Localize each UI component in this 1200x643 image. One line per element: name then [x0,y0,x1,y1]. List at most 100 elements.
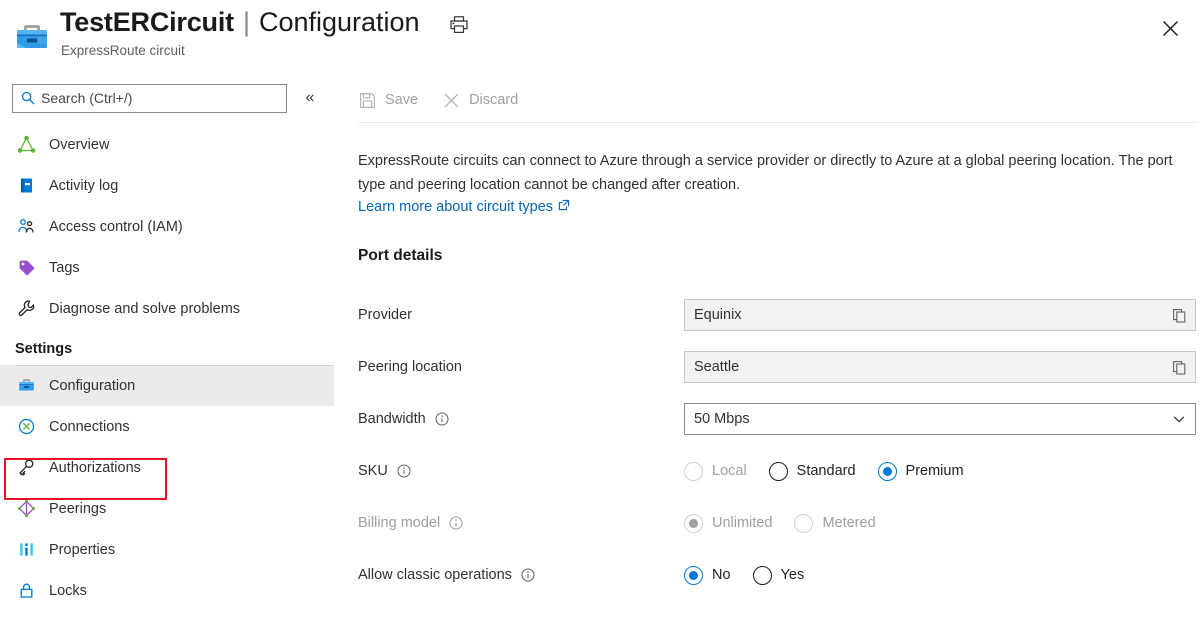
discard-label: Discard [469,92,518,108]
form-row-allow-classic-operations: Allow classic operations No [358,549,1200,601]
main-content: Save Discard ExpressRoute circuits can c… [358,78,1200,601]
radio-indicator[interactable] [878,462,897,481]
page-header: TestERCircuit | Configuration ExpressRou… [0,0,1200,72]
resource-name: TestERCircuit [60,2,234,42]
sidebar-section-settings: Settings [0,329,334,365]
sku-control: Local Standard Premium [684,462,1200,481]
search-input[interactable] [13,85,286,112]
radio-label: No [712,567,731,583]
sidebar-item-properties[interactable]: Properties [0,529,334,570]
allow-classic-operations-label: Allow classic operations [358,567,684,583]
provider-label: Provider [358,307,684,323]
page-name: Configuration [259,2,420,42]
sidebar-item-label: Properties [49,542,115,558]
overview-triangle-icon [15,134,37,156]
command-bar: Save Discard [358,78,1200,122]
sidebar-item-label: Peerings [49,501,106,517]
print-icon[interactable] [446,12,472,38]
sidebar-item-activity-log[interactable]: Activity log [0,165,334,206]
save-button[interactable]: Save [358,91,418,109]
form-row-provider: Provider [358,289,1200,341]
sidebar-item-label: Diagnose and solve problems [49,301,240,317]
description-text: ExpressRoute circuits can connect to Azu… [358,149,1176,197]
toolbox-icon [12,16,52,56]
radio-label: Premium [906,463,964,479]
title-separator: | [243,2,250,42]
peering-location-input[interactable] [685,359,1195,375]
billing-model-radio-group: Unlimited Metered [684,514,1200,533]
info-icon[interactable] [521,568,535,582]
learn-more-link[interactable]: Learn more about circuit types [358,199,570,215]
sidebar-nav-list: Overview Activity log Acc [0,124,334,611]
radio-label: Yes [781,567,805,583]
allow-classic-operations-label-text: Allow classic operations [358,567,512,583]
sku-option-premium[interactable]: Premium [878,462,964,481]
info-icon[interactable] [435,412,449,426]
sidebar-item-peerings[interactable]: Peerings [0,488,334,529]
access-control-icon [15,216,37,238]
radio-label: Standard [797,463,856,479]
allow-classic-operations-option-yes[interactable]: Yes [753,566,805,585]
sidebar-item-connections[interactable]: Connections [0,406,334,447]
sidebar-item-tags[interactable]: Tags [0,247,334,288]
lock-icon [15,580,37,602]
close-icon[interactable] [1154,12,1186,44]
radio-indicator [794,514,813,533]
peering-location-label: Peering location [358,359,684,375]
activity-log-icon [15,175,37,197]
sidebar-item-configuration[interactable]: Configuration [0,365,334,406]
key-icon [15,457,37,479]
copy-icon[interactable] [1170,306,1188,324]
collapse-sidebar-button[interactable]: « [299,86,321,110]
command-bar-divider [358,122,1198,123]
radio-label: Local [712,463,747,479]
sidebar-item-diagnose[interactable]: Diagnose and solve problems [0,288,334,329]
radio-indicator [684,514,703,533]
billing-model-control: Unlimited Metered [684,514,1200,533]
sidebar-search-row: « [0,78,334,118]
search-box[interactable] [12,84,287,113]
info-icon[interactable] [449,516,463,530]
radio-label: Metered [822,515,875,531]
radio-label: Unlimited [712,515,772,531]
billing-model-option-metered: Metered [794,514,875,533]
billing-model-option-unlimited: Unlimited [684,514,772,533]
sidebar-item-label: Access control (IAM) [49,219,183,235]
sidebar-item-label: Activity log [49,178,118,194]
provider-input[interactable] [685,307,1195,323]
sidebar-item-label: Overview [49,137,109,153]
radio-indicator[interactable] [769,462,788,481]
allow-classic-operations-option-no[interactable]: No [684,566,731,585]
sidebar-item-access-control[interactable]: Access control (IAM) [0,206,334,247]
copy-icon[interactable] [1170,358,1188,376]
bandwidth-control: 50 Mbps [684,403,1200,435]
provider-field[interactable] [684,299,1196,331]
search-icon [21,91,35,105]
sidebar-item-authorizations[interactable]: Authorizations [0,447,334,488]
sku-label-text: SKU [358,463,388,479]
bandwidth-label-text: Bandwidth [358,411,426,427]
radio-indicator [684,462,703,481]
bandwidth-label: Bandwidth [358,411,684,427]
radio-indicator[interactable] [684,566,703,585]
discard-button[interactable]: Discard [442,91,518,109]
sku-radio-group: Local Standard Premium [684,462,1200,481]
save-disk-icon [358,91,376,109]
sidebar-item-locks[interactable]: Locks [0,570,334,611]
peerings-icon [15,498,37,520]
sidebar-item-overview[interactable]: Overview [0,124,334,165]
info-icon[interactable] [397,464,411,478]
peering-location-field[interactable] [684,351,1196,383]
bandwidth-select[interactable]: 50 Mbps [684,403,1196,435]
form-row-bandwidth: Bandwidth 50 Mbps [358,393,1200,445]
chevron-down-icon [1172,412,1186,426]
tag-icon [15,257,37,279]
port-details-form: Provider Peering location [358,289,1200,601]
sidebar: « Overview Activity log [0,78,334,643]
sidebar-item-label: Locks [49,583,87,599]
sku-option-standard[interactable]: Standard [769,462,856,481]
sidebar-item-label: Configuration [49,378,135,394]
sku-label: SKU [358,463,684,479]
radio-indicator[interactable] [753,566,772,585]
bandwidth-value: 50 Mbps [685,411,750,427]
